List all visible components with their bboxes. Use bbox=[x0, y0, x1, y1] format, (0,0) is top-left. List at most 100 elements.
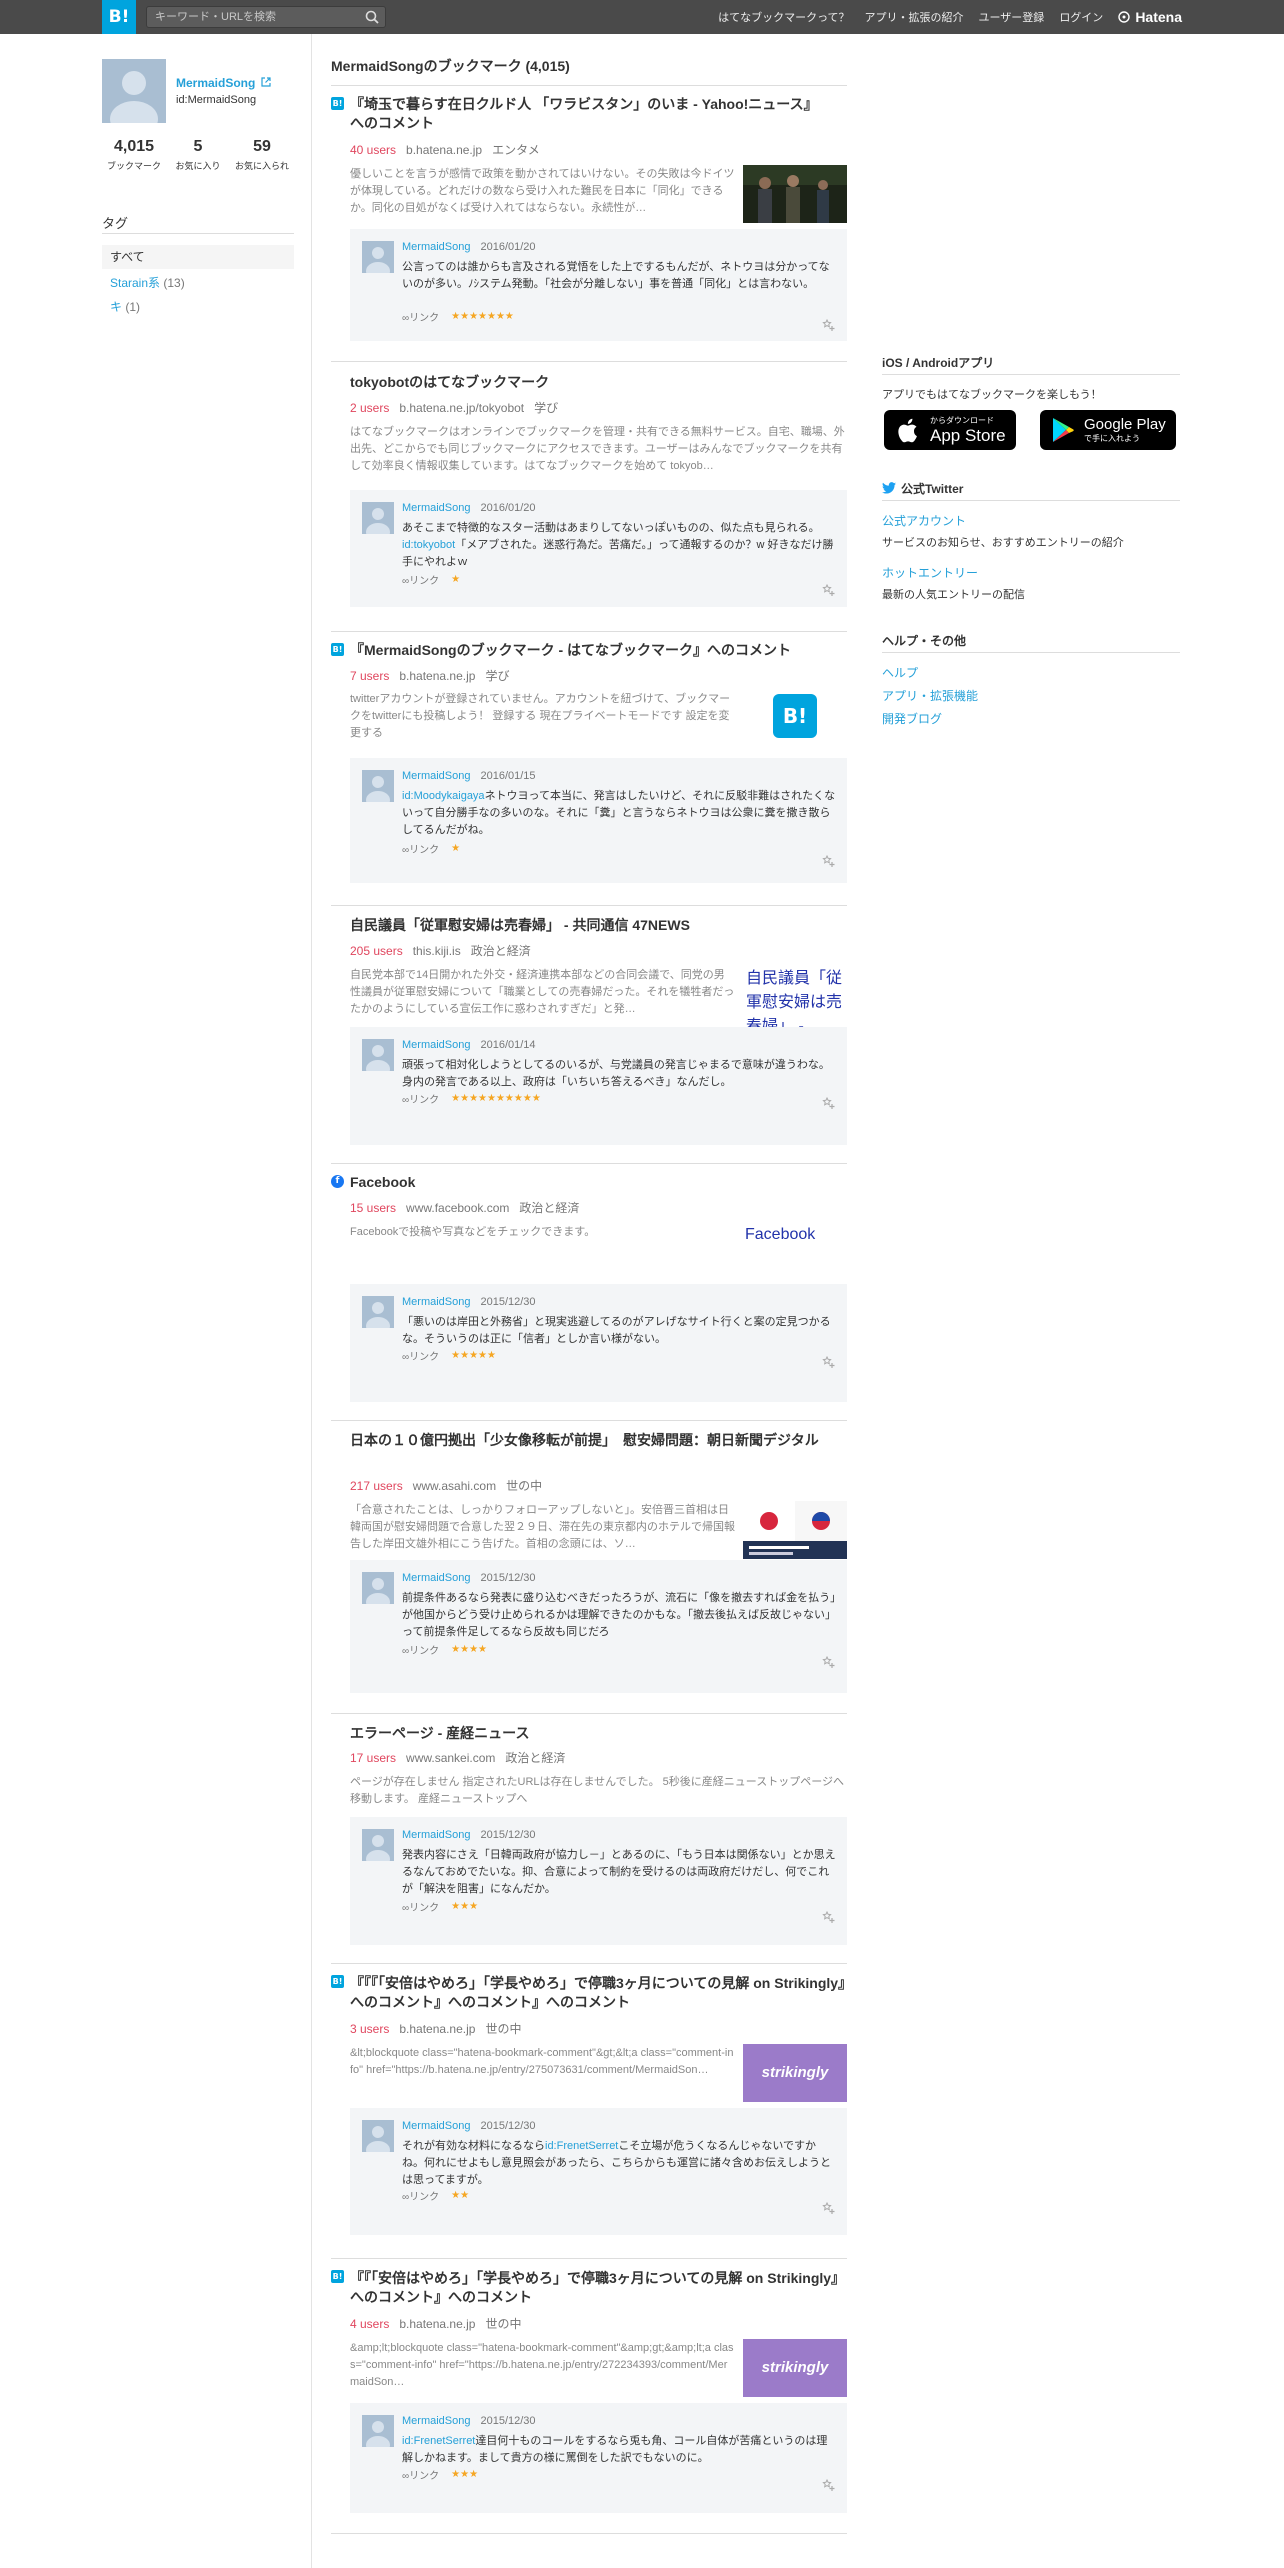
entry-title[interactable]: 日本の１０億円拠出「少女像移転が前提」 慰安婦問題：朝日新聞デジタル bbox=[350, 1431, 830, 1450]
comment-avatar[interactable] bbox=[362, 770, 394, 802]
entry-domain[interactable]: b.hatena.ne.jp bbox=[399, 669, 475, 683]
comment-user[interactable]: MermaidSong bbox=[402, 502, 470, 514]
comment-mention[interactable]: id:tokyobot bbox=[402, 539, 455, 551]
star-rating[interactable]: ★★★★★★★ bbox=[451, 311, 514, 322]
tag-item[interactable]: キ (1) bbox=[102, 293, 294, 321]
add-bookmark-button[interactable] bbox=[821, 853, 835, 867]
entry-users[interactable]: 4 users bbox=[350, 2317, 389, 2331]
entry-users[interactable]: 15 users bbox=[350, 1201, 396, 1215]
comment-user[interactable]: MermaidSong bbox=[402, 770, 470, 782]
stat-favorites[interactable]: 5 お気に入り bbox=[166, 138, 230, 172]
add-bookmark-button[interactable] bbox=[821, 1654, 835, 1668]
comment-avatar[interactable] bbox=[362, 1296, 394, 1328]
entry-title[interactable]: 『『『「安倍はやめろ」「学長やめろ」で停職3ヶ月についての見解 on Strik… bbox=[350, 1974, 847, 2012]
comment-avatar[interactable] bbox=[362, 502, 394, 534]
entry-thumbnail[interactable]: B! bbox=[743, 687, 847, 745]
tag-all[interactable]: すべて bbox=[102, 245, 294, 269]
permalink[interactable]: ∞リンク bbox=[402, 841, 439, 856]
stat-favorited-by[interactable]: 59 お気に入られ bbox=[230, 138, 294, 172]
entry-category[interactable]: エンタメ bbox=[492, 143, 540, 157]
comment-user[interactable]: MermaidSong bbox=[402, 1296, 470, 1308]
entry-title[interactable]: 『『「安倍はやめろ」「学長やめろ」で停職3ヶ月についての見解 on Striki… bbox=[350, 2269, 847, 2307]
entry-domain[interactable]: b.hatena.ne.jp bbox=[399, 2022, 475, 2036]
comment-avatar[interactable] bbox=[362, 2415, 394, 2447]
entry-users[interactable]: 7 users bbox=[350, 669, 389, 683]
entry-users[interactable]: 205 users bbox=[350, 944, 403, 958]
entry-title[interactable]: エラーページ - 産経ニュース bbox=[350, 1724, 830, 1743]
entry-title[interactable]: tokyobotのはてなブックマーク bbox=[350, 373, 830, 392]
search-button[interactable] bbox=[363, 9, 381, 25]
star-rating[interactable]: ★ bbox=[451, 843, 460, 854]
entry-domain[interactable]: b.hatena.ne.jp/tokyobot bbox=[399, 401, 524, 415]
nav-apps[interactable]: アプリ・拡張の紹介 bbox=[865, 9, 964, 25]
comment-avatar[interactable] bbox=[362, 2120, 394, 2152]
comment-user[interactable]: MermaidSong bbox=[402, 2120, 470, 2132]
entry-users[interactable]: 3 users bbox=[350, 2022, 389, 2036]
permalink[interactable]: ∞リンク bbox=[402, 1642, 439, 1657]
entry-users[interactable]: 2 users bbox=[350, 401, 389, 415]
entry-domain[interactable]: b.hatena.ne.jp bbox=[406, 143, 482, 157]
comment-user[interactable]: MermaidSong bbox=[402, 1572, 470, 1584]
entry-category[interactable]: 政治と経済 bbox=[505, 1751, 565, 1765]
entry-title[interactable]: Facebook bbox=[350, 1173, 830, 1192]
hatena-brand-link[interactable]: Hatena bbox=[1118, 9, 1182, 25]
twitter-hotentry-link[interactable]: ホットエントリー bbox=[882, 564, 1180, 581]
star-rating[interactable]: ★★★★★★★★★★ bbox=[451, 1093, 541, 1104]
entry-category[interactable]: 政治と経済 bbox=[471, 944, 531, 958]
entry-title[interactable]: 自民議員「従軍慰安婦は売春婦」 - 共同通信 47NEWS bbox=[350, 916, 830, 935]
entry-category[interactable]: 学び bbox=[485, 669, 509, 683]
app-store-button[interactable]: からダウンロード App Store bbox=[884, 410, 1016, 450]
star-rating[interactable]: ★★★★★ bbox=[451, 1350, 496, 1361]
comment-user[interactable]: MermaidSong bbox=[402, 1039, 470, 1051]
help-link[interactable]: ヘルプ bbox=[882, 664, 1180, 681]
entry-title[interactable]: 『MermaidSongのブックマーク - はてなブックマーク』へのコメント bbox=[350, 641, 830, 660]
comment-mention[interactable]: id:Moodykaigaya bbox=[402, 790, 485, 802]
star-rating[interactable]: ★ bbox=[451, 574, 460, 585]
add-bookmark-button[interactable] bbox=[821, 582, 835, 596]
entry-domain[interactable]: this.kiji.is bbox=[413, 944, 461, 958]
entry-title[interactable]: 『埼玉で暮らす在日クルド人 「ワラビスタン」のいま - Yahoo!ニュース』へ… bbox=[350, 95, 830, 133]
star-rating[interactable]: ★★★★ bbox=[451, 1644, 487, 1655]
comment-avatar[interactable] bbox=[362, 241, 394, 273]
comment-avatar[interactable] bbox=[362, 1572, 394, 1604]
add-bookmark-button[interactable] bbox=[821, 1095, 835, 1109]
entry-users[interactable]: 40 users bbox=[350, 143, 396, 157]
hatena-bookmark-logo[interactable]: B! bbox=[102, 0, 136, 34]
apps-extensions-link[interactable]: アプリ・拡張機能 bbox=[882, 687, 1180, 704]
entry-thumbnail-alt[interactable]: Facebook bbox=[743, 1226, 847, 1256]
add-bookmark-button[interactable] bbox=[821, 2200, 835, 2214]
add-bookmark-button[interactable] bbox=[821, 1354, 835, 1368]
entry-thumbnail[interactable] bbox=[743, 1501, 847, 1559]
search-input[interactable] bbox=[147, 7, 357, 27]
avatar[interactable] bbox=[102, 59, 166, 123]
permalink[interactable]: ∞リンク bbox=[402, 572, 439, 587]
nav-login[interactable]: ログイン bbox=[1059, 9, 1103, 25]
permalink[interactable]: ∞リンク bbox=[402, 309, 439, 324]
star-rating[interactable]: ★★★ bbox=[451, 1901, 478, 1912]
comment-user[interactable]: MermaidSong bbox=[402, 241, 470, 253]
nav-register[interactable]: ユーザー登録 bbox=[979, 9, 1045, 25]
entry-category[interactable]: 学び bbox=[534, 401, 558, 415]
entry-category[interactable]: 世の中 bbox=[506, 1479, 542, 1493]
star-rating[interactable]: ★★★ bbox=[451, 2469, 478, 2480]
add-bookmark-button[interactable] bbox=[821, 1909, 835, 1923]
entry-domain[interactable]: www.facebook.com bbox=[406, 1201, 509, 1215]
comment-user[interactable]: MermaidSong bbox=[402, 2415, 470, 2427]
entry-thumbnail-alt[interactable]: 自民議員「従軍慰安婦は売春婦」 - bbox=[743, 966, 847, 1032]
comment-avatar[interactable] bbox=[362, 1039, 394, 1071]
dev-blog-link[interactable]: 開発ブログ bbox=[882, 710, 1180, 727]
permalink[interactable]: ∞リンク bbox=[402, 2188, 439, 2203]
profile-name-link[interactable]: MermaidSong bbox=[176, 76, 271, 90]
permalink[interactable]: ∞リンク bbox=[402, 1899, 439, 1914]
permalink[interactable]: ∞リンク bbox=[402, 2467, 439, 2482]
add-bookmark-button[interactable] bbox=[821, 317, 835, 331]
entry-thumbnail[interactable]: strikingly bbox=[743, 2339, 847, 2397]
nav-about[interactable]: はてなブックマークって？ bbox=[718, 9, 849, 25]
stat-bookmarks[interactable]: 4,015 ブックマーク bbox=[102, 138, 166, 172]
google-play-button[interactable]: Google Play で手に入れよう bbox=[1040, 410, 1176, 450]
entry-domain[interactable]: www.asahi.com bbox=[413, 1479, 496, 1493]
entry-users[interactable]: 217 users bbox=[350, 1479, 403, 1493]
entry-thumbnail[interactable] bbox=[743, 165, 847, 223]
entry-thumbnail[interactable]: strikingly bbox=[743, 2044, 847, 2102]
entry-category[interactable]: 世の中 bbox=[485, 2317, 521, 2331]
